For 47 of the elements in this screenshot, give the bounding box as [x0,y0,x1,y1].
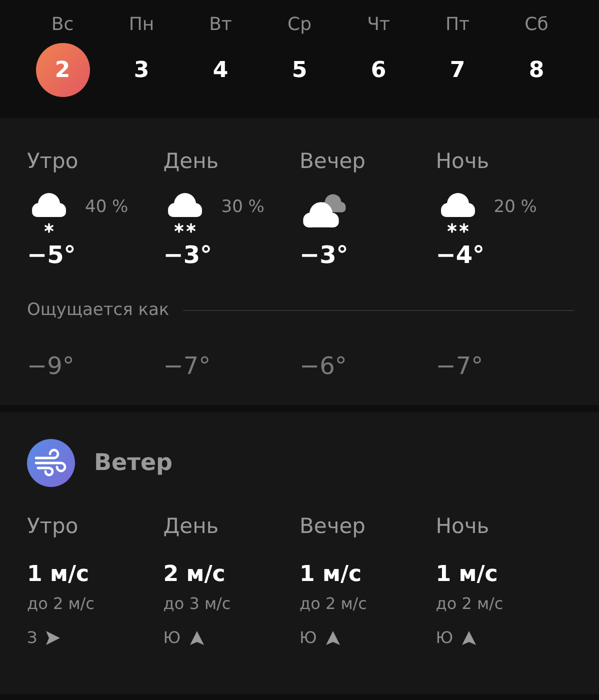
wind-speed: 1 м/с [27,561,90,589]
wind-direction: Ю [300,627,317,649]
wind-speed: 2 м/с [163,561,226,589]
weekday-label: Пт [445,13,470,37]
wind-direction: З [27,627,38,649]
precipitation-chance: 40 % [85,196,128,220]
wind-gusts: до 2 м/с [27,593,96,615]
temperature: −4° [436,240,486,270]
period-label: Утро [27,513,80,539]
wind-icon [27,439,75,487]
wind-direction: Ю [436,627,454,649]
wind-gusts: до 2 м/с [300,593,368,615]
wind-speed: 1 м/с [300,561,363,589]
day-button[interactable]: 4 [194,43,248,97]
day-button[interactable]: 8 [510,43,564,97]
weekday-label: Вс [51,13,74,37]
feels-like-temperature: −7° [436,352,484,380]
wind-direction: Ю [163,627,181,649]
day-button[interactable]: 7 [430,43,484,97]
wind-gusts: до 2 м/с [436,593,504,615]
period-label: День [163,148,220,174]
weekday-label: Пн [128,13,154,37]
day-button[interactable]: 6 [352,43,406,97]
day-button[interactable]: 5 [272,43,326,97]
weekday-label: Ср [288,13,312,37]
weekday-label: Вт [209,13,232,37]
period-label: День [163,513,220,539]
weekday-label: Чт [367,13,390,37]
period-label: Утро [27,148,80,174]
period-label: Ночь [436,148,490,174]
precipitation-chance: 20 % [494,196,537,220]
feels-like-temperature: −6° [300,352,347,380]
temperature: −3° [300,240,350,270]
temperature: −3° [163,240,214,270]
wind-gusts: до 3 м/с [163,593,232,615]
period-label: Вечер [300,148,366,174]
feels-like-temperature: −7° [163,352,211,380]
wind-speed: 1 м/с [436,561,499,589]
wind-title: Ветер [94,448,173,478]
feels-like-temperature: −9° [27,352,74,380]
precipitation-chance: 30 % [221,196,264,220]
weekday-label: Сб [524,13,548,37]
period-label: Вечер [300,513,366,539]
temperature: −5° [27,240,77,270]
feels-like-label: Ощущается как [27,299,170,322]
day-button[interactable]: 3 [114,43,168,97]
period-label: Ночь [436,513,490,539]
